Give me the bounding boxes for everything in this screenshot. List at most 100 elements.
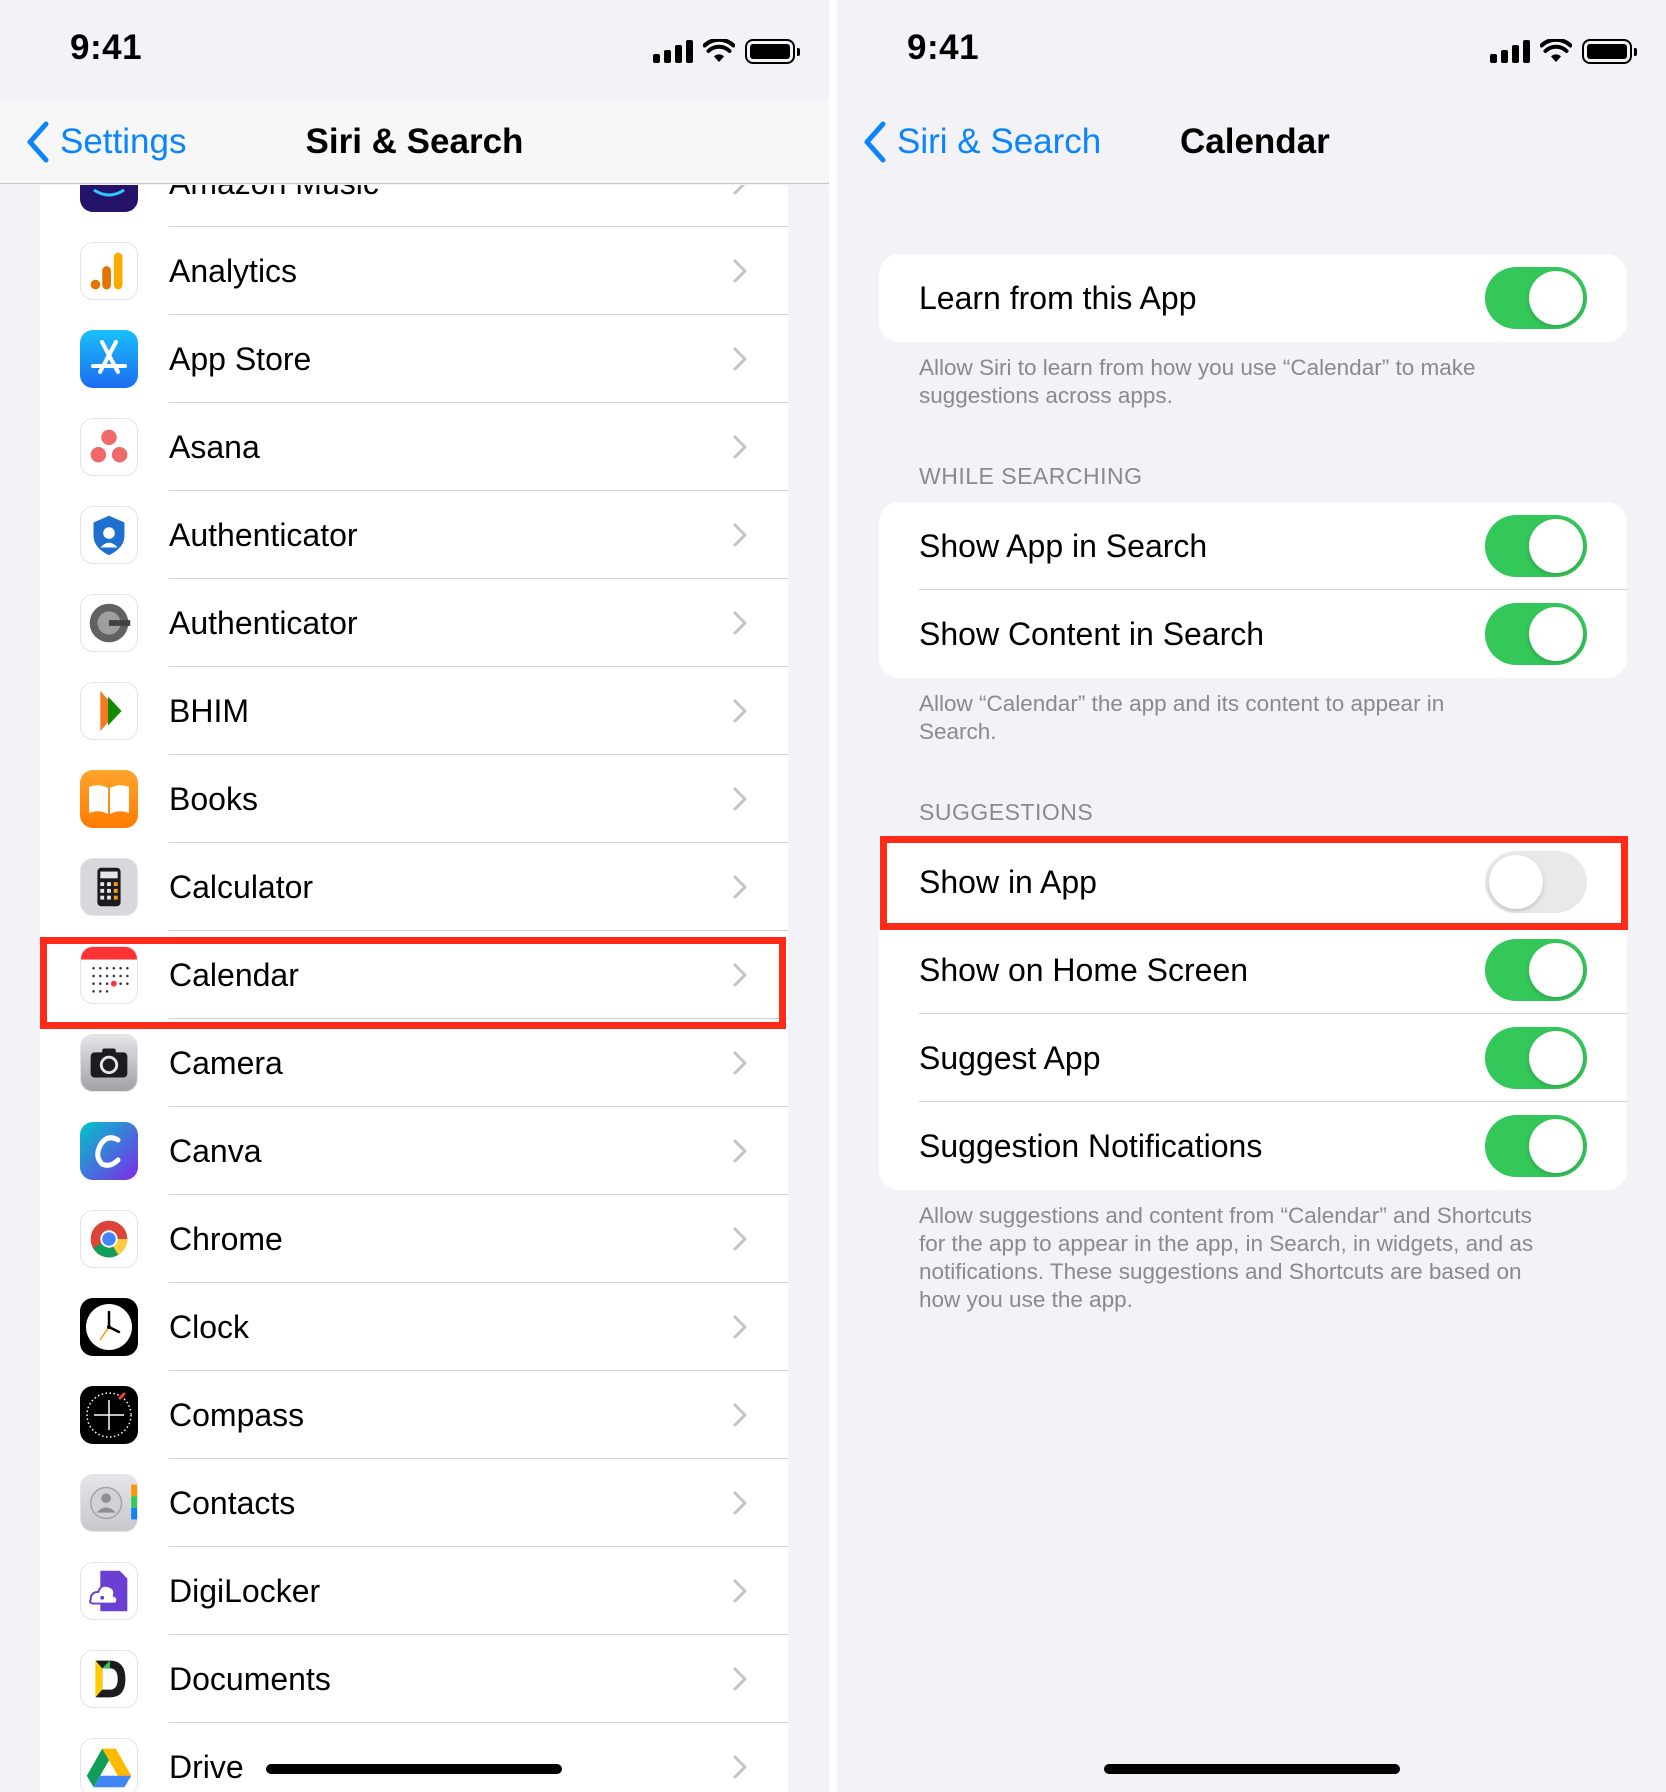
clock-icon (80, 1298, 138, 1356)
digilocker-icon (80, 1562, 138, 1620)
chevron-right-icon (733, 1491, 747, 1515)
show-content-in-search-label: Show Content in Search (919, 616, 1265, 652)
list-item-clock[interactable]: Clock (40, 1283, 788, 1371)
list-item-label: Canva (169, 1133, 262, 1169)
show-on-home-screen-row: Show on Home Screen (879, 926, 1627, 1014)
suggestions-footnote: Allow suggestions and content from “Cale… (919, 1203, 1534, 1312)
toggle-knob (1529, 943, 1583, 997)
chevron-right-icon (733, 875, 747, 899)
battery-icon (1582, 38, 1637, 64)
app-list-card: music Amazon Music Analytics (40, 185, 788, 1792)
search-footnote: Allow “Calendar” the app and its content… (919, 691, 1445, 744)
page-title: Calendar (1180, 122, 1330, 161)
chevron-right-icon (733, 1403, 747, 1427)
list-item-microsoft-authenticator[interactable]: Authenticator (40, 491, 788, 579)
list-item-label: Asana (169, 429, 260, 465)
show-content-in-search-toggle[interactable] (1485, 603, 1587, 665)
list-item-digilocker[interactable]: DigiLocker (40, 1547, 788, 1635)
list-item-app-store[interactable]: App Store (40, 315, 788, 403)
status-time: 9:41 (70, 28, 143, 67)
back-label: Siri & Search (897, 122, 1102, 161)
chevron-right-icon (733, 1227, 747, 1251)
toggle-knob (1529, 1119, 1583, 1173)
show-on-home-screen-toggle[interactable] (1485, 939, 1587, 1001)
list-item-calculator[interactable]: Calculator (40, 843, 788, 931)
chevron-right-icon (733, 611, 747, 635)
chevron-right-icon (733, 259, 747, 283)
suggest-app-toggle[interactable] (1485, 1027, 1587, 1089)
list-item-analytics[interactable]: Analytics (40, 227, 788, 315)
navigation-bar: Siri & Search Settings (0, 100, 829, 184)
toggle-knob (1529, 607, 1583, 661)
list-item-compass[interactable]: Compass (40, 1371, 788, 1459)
chevron-right-icon (733, 1667, 747, 1691)
learn-from-app-toggle[interactable] (1485, 267, 1587, 329)
while-searching-group: Show App in Search Show Content in Searc… (879, 502, 1627, 678)
toggle-knob (1529, 1031, 1583, 1085)
list-item-drive[interactable]: Drive (40, 1723, 788, 1792)
cellular-signal-icon (653, 39, 693, 63)
list-item-asana[interactable]: Asana (40, 403, 788, 491)
navigation-bar: Siri & Search Calendar (837, 100, 1666, 184)
chevron-right-icon (733, 1139, 747, 1163)
list-item-label: App Store (169, 341, 312, 377)
asana-icon (80, 418, 138, 476)
cellular-signal-icon (1490, 39, 1530, 63)
list-item-bhim[interactable]: BHIM (40, 667, 788, 755)
list-item-label: Analytics (169, 253, 298, 289)
list-item-contacts[interactable]: Contacts (40, 1459, 788, 1547)
chevron-right-icon (733, 1755, 747, 1779)
contacts-icon (80, 1474, 138, 1532)
drive-icon (80, 1738, 138, 1792)
list-item-label: Calculator (169, 869, 314, 905)
suggestion-notifications-label: Suggestion Notifications (919, 1128, 1263, 1164)
wifi-icon (703, 39, 735, 62)
canva-icon (80, 1122, 138, 1180)
show-in-app-toggle[interactable] (1485, 851, 1587, 913)
home-indicator[interactable] (266, 1764, 562, 1774)
back-button[interactable]: Siri & Search (861, 100, 1101, 184)
siri-search-screen: 9:41 Siri & Search Settings music (0, 0, 829, 1792)
show-content-in-search-row: Show Content in Search (879, 590, 1627, 678)
chevron-right-icon (733, 1579, 747, 1603)
list-item-label: Books (169, 781, 258, 817)
calendar-siri-settings-screen: 9:41 Siri & Search Calendar Learn from t… (837, 0, 1666, 1792)
show-app-in-search-toggle[interactable] (1485, 515, 1587, 577)
toggle-knob (1529, 271, 1583, 325)
list-item-google-authenticator[interactable]: Authenticator (40, 579, 788, 667)
list-item-chrome[interactable]: Chrome (40, 1195, 788, 1283)
home-indicator[interactable] (1104, 1764, 1400, 1774)
list-item-label: Drive (169, 1749, 244, 1785)
bhim-icon (80, 682, 138, 740)
status-time: 9:41 (907, 28, 980, 67)
list-item-amazon-music[interactable]: music Amazon Music (40, 185, 788, 227)
list-item-canva[interactable]: Canva (40, 1107, 788, 1195)
list-item-books[interactable]: Books (40, 755, 788, 843)
list-item-camera[interactable]: Camera (40, 1019, 788, 1107)
list-item-label: Compass (169, 1397, 305, 1433)
chevron-left-icon (864, 121, 886, 163)
chevron-left-icon (27, 121, 49, 163)
app-list[interactable]: music Amazon Music Analytics (0, 185, 829, 1792)
analytics-icon (80, 242, 138, 300)
list-item-documents[interactable]: Documents (40, 1635, 788, 1723)
list-item-label: Authenticator (169, 517, 358, 553)
list-item-calendar[interactable]: Calendar (40, 931, 788, 1019)
suggestion-notifications-toggle[interactable] (1485, 1115, 1587, 1177)
battery-icon (745, 38, 800, 64)
learn-from-app-label: Learn from this App (919, 280, 1197, 316)
compass-icon (80, 1386, 138, 1444)
show-on-home-screen-label: Show on Home Screen (919, 952, 1249, 988)
back-button[interactable]: Settings (24, 100, 186, 184)
status-bar: 9:41 (0, 0, 829, 100)
list-item-label: Documents (169, 1661, 331, 1697)
suggest-app-row: Suggest App (879, 1014, 1627, 1102)
show-app-in-search-label: Show App in Search (919, 528, 1208, 564)
back-label: Settings (60, 122, 187, 161)
suggestions-header: SUGGESTIONS (919, 799, 1094, 825)
suggest-app-label: Suggest App (919, 1040, 1101, 1076)
suggestions-group: Show in App Show on Home Screen Suggest … (879, 838, 1627, 1190)
show-in-app-label: Show in App (919, 864, 1097, 900)
calendar-icon (80, 946, 138, 1004)
show-app-in-search-row: Show App in Search (879, 502, 1627, 590)
